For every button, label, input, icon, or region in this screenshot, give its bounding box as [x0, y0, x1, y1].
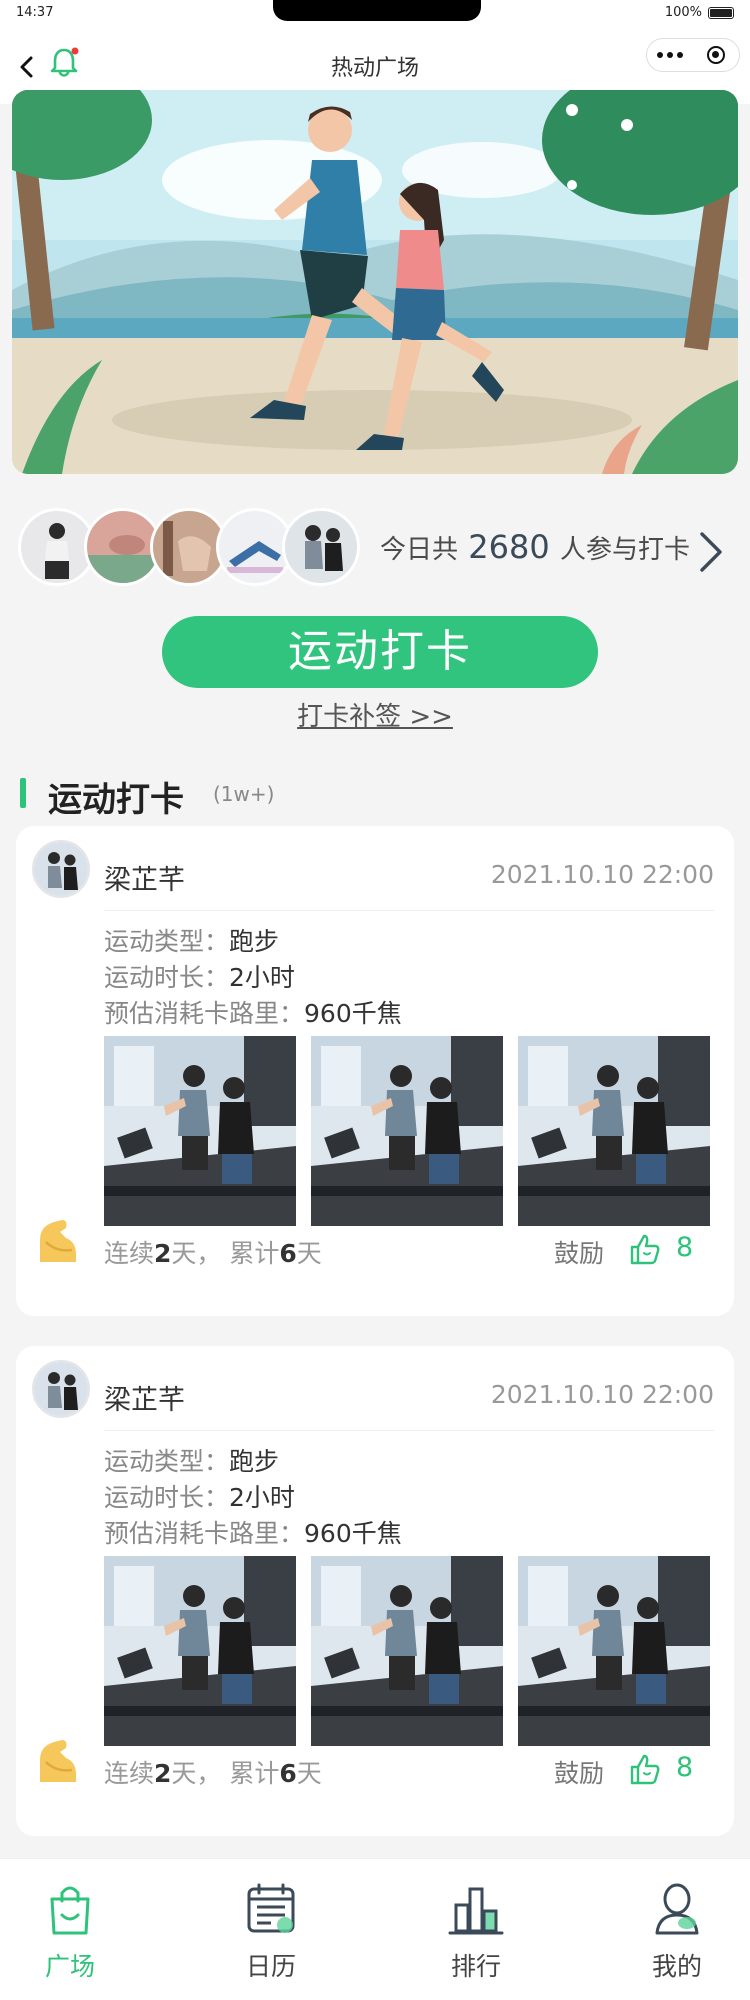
more-icon[interactable]	[647, 52, 693, 58]
exercise-duration-value: 2小时	[229, 1483, 295, 1512]
avatar	[282, 508, 360, 586]
user-name[interactable]: 梁芷芊	[104, 858, 185, 897]
calorie-value: 960千焦	[304, 999, 402, 1028]
section-accent-bar	[20, 778, 26, 808]
streak-prefix: 连续	[104, 1759, 155, 1788]
checkin-button[interactable]: 运动打卡	[162, 616, 598, 688]
exercise-type-value: 跑步	[229, 927, 280, 956]
section-title: 运动打卡	[48, 780, 184, 820]
exercise-duration-label: 运动时长：	[104, 1483, 230, 1512]
post-card[interactable]: 梁芷芊 2021.10.10 22:00 运动类型：跑步 运动时长：2小时 预估…	[16, 1346, 734, 1836]
post-photo[interactable]	[311, 1556, 503, 1746]
exercise-type-value: 跑步	[229, 1447, 280, 1476]
participants-count: 2680	[468, 528, 550, 566]
streak-summary: 连续2天， 累计6天	[104, 1234, 322, 1270]
post-photo[interactable]	[311, 1036, 503, 1226]
profile-icon	[655, 1883, 699, 1935]
post-photo[interactable]	[104, 1556, 296, 1746]
tab-label: 广场	[44, 1952, 95, 1981]
divider	[104, 1430, 714, 1431]
tab-bar: 广场 日历 排行 我的	[0, 1858, 750, 2000]
status-time: 14:37	[16, 5, 54, 20]
cheer-label[interactable]: 鼓励	[554, 1754, 604, 1790]
tab-square[interactable]: 广场	[10, 1879, 130, 1983]
battery-percent: 100%	[664, 5, 702, 20]
user-name[interactable]: 梁芷芊	[104, 1378, 185, 1417]
phone-notch	[273, 0, 481, 21]
post-photo[interactable]	[104, 1036, 296, 1226]
close-miniprogram-icon[interactable]	[693, 46, 739, 64]
exercise-type-label: 运动类型：	[104, 927, 230, 956]
streak-days: 2	[154, 1239, 172, 1268]
post-photo[interactable]	[518, 1556, 710, 1746]
exercise-info: 运动类型：跑步 运动时长：2小时 预估消耗卡路里：960千焦	[104, 924, 402, 1032]
like-count: 8	[676, 1232, 694, 1263]
divider	[104, 910, 714, 911]
calorie-value: 960千焦	[304, 1519, 402, 1548]
streak-mid: 天， 累计	[171, 1759, 280, 1788]
miniprogram-capsule	[646, 38, 740, 72]
participants-prefix: 今日共	[380, 535, 459, 565]
tab-label: 日历	[245, 1952, 296, 1981]
exercise-info: 运动类型：跑步 运动时长：2小时 预估消耗卡路里：960千焦	[104, 1444, 402, 1552]
avatar[interactable]	[32, 1360, 90, 1418]
thumbs-up-icon[interactable]	[628, 1752, 662, 1786]
supplement-checkin-link[interactable]: 打卡补签 >>	[0, 696, 750, 733]
like-count: 8	[676, 1752, 694, 1783]
photo-grid	[104, 1556, 710, 1746]
chevron-right-icon[interactable]	[696, 528, 726, 576]
post-time: 2021.10.10 22:00	[490, 860, 714, 889]
post-time: 2021.10.10 22:00	[490, 1380, 714, 1409]
banner-image[interactable]	[12, 90, 738, 474]
flex-arm-icon	[40, 1220, 76, 1262]
tab-label: 我的	[651, 1952, 702, 1981]
tab-label: 排行	[450, 1952, 501, 1981]
section-count: (1w+)	[213, 782, 275, 806]
photo-grid	[104, 1036, 710, 1226]
streak-suffix: 天	[296, 1759, 322, 1788]
participants-suffix: 人参与打卡	[559, 535, 690, 565]
total-days: 6	[279, 1759, 297, 1788]
tab-calendar[interactable]: 日历	[211, 1879, 331, 1983]
avatar[interactable]	[32, 840, 90, 898]
post-card[interactable]: 梁芷芊 2021.10.10 22:00 运动类型：跑步 运动时长：2小时 预估…	[16, 826, 734, 1316]
page-title: 热动广场	[330, 56, 419, 81]
streak-summary: 连续2天， 累计6天	[104, 1754, 322, 1790]
tab-mine[interactable]: 我的	[617, 1879, 737, 1983]
status-bar: 14:37 100%	[0, 0, 750, 28]
battery-icon	[708, 6, 734, 19]
tab-ranking[interactable]: 排行	[416, 1879, 536, 1983]
streak-suffix: 天	[296, 1239, 322, 1268]
exercise-duration-label: 运动时长：	[104, 963, 230, 992]
streak-prefix: 连续	[104, 1239, 155, 1268]
post-photo[interactable]	[518, 1036, 710, 1226]
flex-arm-icon	[40, 1740, 76, 1782]
thumbs-up-icon[interactable]	[628, 1232, 662, 1266]
streak-mid: 天， 累计	[171, 1239, 280, 1268]
exercise-duration-value: 2小时	[229, 963, 295, 992]
calorie-label: 预估消耗卡路里：	[104, 999, 305, 1028]
streak-days: 2	[154, 1759, 172, 1788]
total-days: 6	[279, 1239, 297, 1268]
ranking-icon	[448, 1887, 504, 1935]
participants-summary: 今日共 2680 人参与打卡	[380, 528, 690, 566]
calorie-label: 预估消耗卡路里：	[104, 1519, 305, 1548]
calendar-icon	[247, 1883, 295, 1933]
exercise-type-label: 运动类型：	[104, 1447, 230, 1476]
cheer-label[interactable]: 鼓励	[554, 1234, 604, 1270]
battery-status: 100%	[665, 5, 734, 20]
shopping-bag-icon	[50, 1886, 90, 1935]
